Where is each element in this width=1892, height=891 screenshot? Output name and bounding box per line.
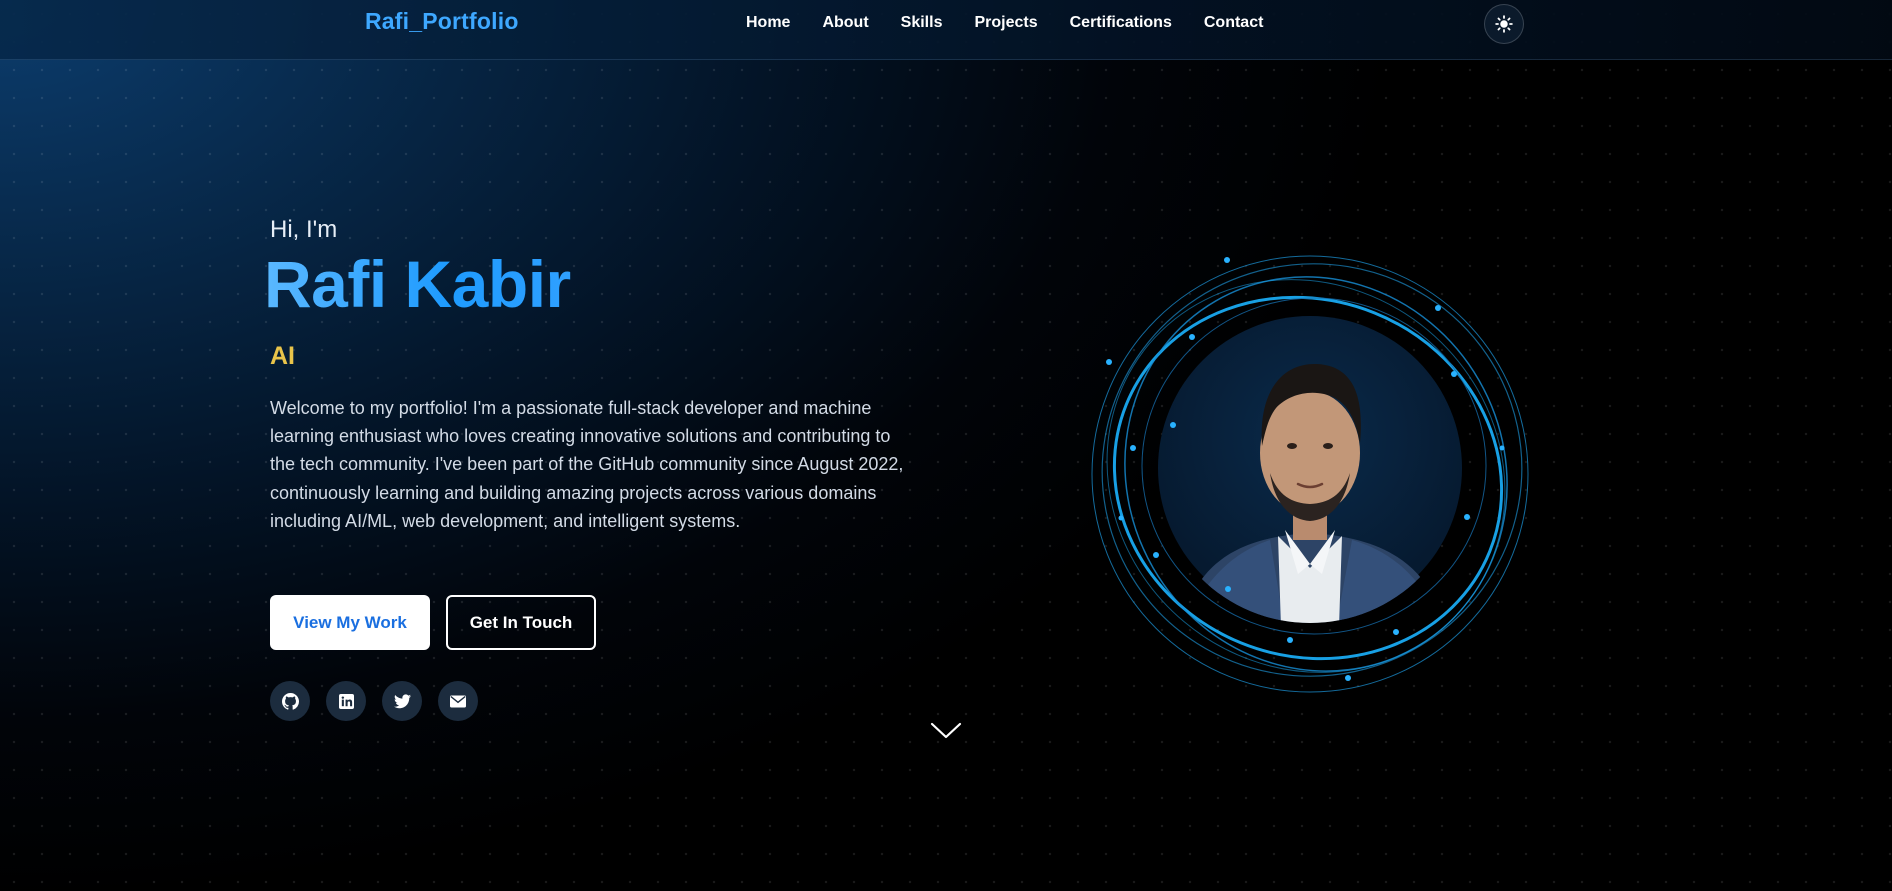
nav-about[interactable]: About xyxy=(822,14,868,32)
nav-contact[interactable]: Contact xyxy=(1204,14,1264,32)
main-nav: Home About Skills Projects Certification… xyxy=(746,14,1263,32)
hero-bio: Welcome to my portfolio! I'm a passionat… xyxy=(270,398,904,531)
navbar: Rafi_Portfolio Home About Skills Project… xyxy=(0,0,1892,60)
github-icon xyxy=(281,692,299,710)
twitter-icon xyxy=(393,693,411,708)
nav-certifications[interactable]: Certifications xyxy=(1070,14,1172,32)
chevron-down-icon xyxy=(930,722,962,739)
scroll-down-button[interactable] xyxy=(930,721,962,746)
linkedin-icon xyxy=(338,693,354,709)
twitter-link[interactable] xyxy=(382,681,422,721)
profile-portrait xyxy=(1080,238,1540,698)
nav-skills[interactable]: Skills xyxy=(901,14,943,32)
nav-projects[interactable]: Projects xyxy=(974,14,1037,32)
hero-role: AI xyxy=(270,342,295,370)
github-link[interactable] xyxy=(270,681,310,721)
sun-icon xyxy=(1495,15,1513,33)
linkedin-link[interactable] xyxy=(326,681,366,721)
hero-name: Rafi Kabir xyxy=(264,247,571,321)
get-in-touch-button[interactable]: Get In Touch xyxy=(446,595,596,650)
theme-toggle-button[interactable] xyxy=(1484,4,1524,44)
nav-home[interactable]: Home xyxy=(746,14,790,32)
hero-greeting: Hi, I'm xyxy=(270,216,338,243)
brand-logo[interactable]: Rafi_Portfolio xyxy=(365,8,519,35)
view-my-work-button[interactable]: View My Work xyxy=(270,595,430,650)
orbit-rings xyxy=(1091,255,1529,693)
social-links xyxy=(270,681,478,721)
email-link[interactable] xyxy=(438,681,478,721)
email-icon xyxy=(450,695,466,707)
